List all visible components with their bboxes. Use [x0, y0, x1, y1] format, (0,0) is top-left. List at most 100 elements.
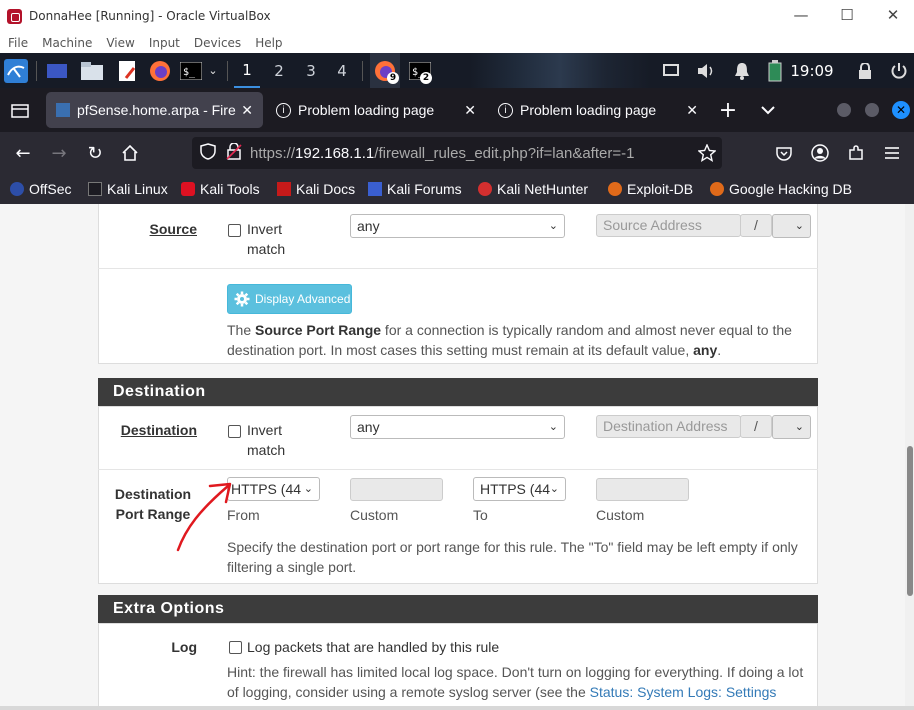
bookmark-offsec[interactable]: OffSec: [10, 174, 72, 204]
source-mask-select[interactable]: ⌄: [772, 214, 811, 238]
display-advanced-button[interactable]: Display Advanced: [227, 284, 352, 314]
kali-top-panel: $_ ⌄ 1 2 3 4 9 $_ 2 19:09: [0, 53, 914, 88]
panel-wallpaper-strip: [470, 53, 650, 88]
chevron-down-icon[interactable]: ⌄: [205, 53, 221, 88]
port-from-custom-input[interactable]: [350, 478, 443, 501]
url-scheme: https://: [250, 144, 296, 162]
bookmark-kali-nethunter[interactable]: Kali NetHunter: [478, 174, 588, 204]
port-to-custom-input[interactable]: [596, 478, 689, 501]
file-manager-icon[interactable]: [79, 53, 105, 88]
tab-close-icon[interactable]: ✕: [241, 102, 253, 119]
screen-icon[interactable]: [660, 53, 682, 88]
bookmark-kali-linux[interactable]: Kali Linux: [88, 174, 168, 204]
terminal-launcher-icon[interactable]: $_: [178, 53, 204, 88]
lock-icon[interactable]: [855, 53, 875, 88]
forward-icon[interactable]: →: [44, 132, 74, 174]
tab-problem-loading-1[interactable]: i Problem loading page ✕: [268, 92, 486, 128]
destination-invert-checkbox[interactable]: [228, 425, 241, 438]
port-from-select[interactable]: HTTPS (44 ⌄: [227, 477, 320, 501]
bookmark-kali-forums[interactable]: Kali Forums: [368, 174, 462, 204]
page-viewport: Source Invert match any ⌄ Source Address …: [0, 204, 914, 706]
new-tab-icon[interactable]: +: [712, 88, 744, 132]
port-to-select[interactable]: HTTPS (44 ⌄: [473, 477, 566, 501]
bookmark-kali-docs[interactable]: Kali Docs: [277, 174, 355, 204]
log-hint: Hint: the firewall has limited local log…: [227, 664, 804, 700]
desktop-icon[interactable]: [44, 53, 70, 88]
notification-bell-icon[interactable]: [731, 53, 753, 88]
maximize-icon[interactable]: ☐: [837, 6, 857, 24]
bookmark-kali-tools[interactable]: Kali Tools: [181, 174, 260, 204]
menu-input[interactable]: Input: [149, 36, 180, 50]
shield-icon[interactable]: [200, 142, 216, 164]
kali-menu-icon[interactable]: [2, 53, 30, 88]
virtualbox-logo-icon: [7, 8, 22, 24]
source-invert-checkbox[interactable]: [228, 224, 241, 237]
vbox-title-bar: DonnaHee [Running] - Oracle VirtualBox —…: [0, 0, 914, 32]
text-editor-icon[interactable]: [114, 53, 140, 88]
bookmarks-bar: OffSec Kali Linux Kali Tools Kali Docs K…: [0, 174, 914, 204]
url-bar[interactable]: https://192.168.1.1/firewall_rules_edit.…: [192, 137, 722, 169]
back-icon[interactable]: ←: [8, 132, 38, 174]
hamburger-menu-icon[interactable]: [878, 132, 906, 174]
tab-list-chevron-icon[interactable]: [752, 88, 784, 132]
terminal-window-count-badge: 2: [420, 72, 432, 84]
destination-mask-select[interactable]: ⌄: [772, 415, 811, 439]
menu-view[interactable]: View: [106, 36, 134, 50]
scrollbar-thumb[interactable]: [907, 446, 913, 596]
source-invert-text: Invert match: [247, 221, 286, 257]
extensions-icon[interactable]: [842, 132, 870, 174]
log-label: Log: [171, 639, 197, 655]
account-icon[interactable]: [806, 132, 834, 174]
minimize-icon[interactable]: —: [791, 6, 811, 24]
menu-devices[interactable]: Devices: [194, 36, 241, 50]
tab-overview-icon[interactable]: [4, 88, 36, 132]
battery-icon: [764, 53, 786, 88]
tab-label: Problem loading page: [520, 102, 657, 118]
volume-icon[interactable]: [695, 53, 717, 88]
window-close-icon[interactable]: ✕: [890, 88, 912, 132]
taskbar-firefox-window[interactable]: 9: [370, 53, 400, 88]
insecure-lock-icon[interactable]: [226, 141, 242, 164]
pfsense-favicon-icon: [56, 103, 70, 117]
taskbar-terminal-window[interactable]: $_ 2: [405, 53, 435, 88]
tab-close-icon[interactable]: ✕: [686, 102, 698, 119]
log-checkbox[interactable]: [229, 641, 242, 654]
bookmark-star-icon[interactable]: [697, 143, 717, 166]
menu-help[interactable]: Help: [255, 36, 282, 50]
page-scrollbar[interactable]: [905, 204, 914, 706]
window-maximize-icon[interactable]: [862, 88, 882, 132]
workspace-4[interactable]: 4: [329, 53, 355, 88]
bookmark-google-hacking-db[interactable]: Google Hacking DB: [710, 174, 852, 204]
info-icon: i: [276, 102, 291, 118]
close-icon[interactable]: ✕: [883, 6, 903, 24]
destination-address-input[interactable]: Destination Address: [596, 415, 741, 438]
red-annotation-arrow: [176, 482, 232, 552]
chevron-down-icon: ⌄: [548, 220, 558, 232]
source-label: Source: [149, 221, 197, 237]
reload-icon[interactable]: ↻: [80, 132, 110, 174]
destination-type-select[interactable]: any ⌄: [350, 415, 565, 439]
log-checkbox-text: Log packets that are handled by this rul…: [247, 639, 500, 655]
source-address-input[interactable]: Source Address: [596, 214, 741, 237]
menu-file[interactable]: File: [8, 36, 28, 50]
pocket-icon[interactable]: [770, 132, 798, 174]
workspace-2[interactable]: 2: [266, 53, 292, 88]
gear-icon: [234, 291, 250, 307]
workspace-1[interactable]: 1: [234, 53, 260, 88]
workspace-3[interactable]: 3: [298, 53, 324, 88]
source-type-value: any: [357, 218, 380, 234]
firefox-launcher-icon[interactable]: [147, 53, 173, 88]
system-logs-settings-link[interactable]: Status: System Logs: Settings: [590, 684, 777, 700]
bookmark-exploit-db[interactable]: Exploit-DB: [608, 174, 693, 204]
power-icon[interactable]: [888, 53, 910, 88]
window-minimize-icon[interactable]: [834, 88, 854, 132]
tab-problem-loading-2[interactable]: i Problem loading page ✕: [490, 92, 708, 128]
offsec-icon: [10, 182, 24, 196]
source-type-select[interactable]: any ⌄: [350, 214, 565, 238]
menu-machine[interactable]: Machine: [42, 36, 92, 50]
tab-close-icon[interactable]: ✕: [464, 102, 476, 119]
tab-pfsense[interactable]: pfSense.home.arpa - Fire ✕: [46, 92, 263, 128]
vbox-menu-bar: File Machine View Input Devices Help: [0, 32, 914, 53]
firefox-window-count-badge: 9: [387, 72, 399, 84]
home-icon[interactable]: [115, 132, 145, 174]
